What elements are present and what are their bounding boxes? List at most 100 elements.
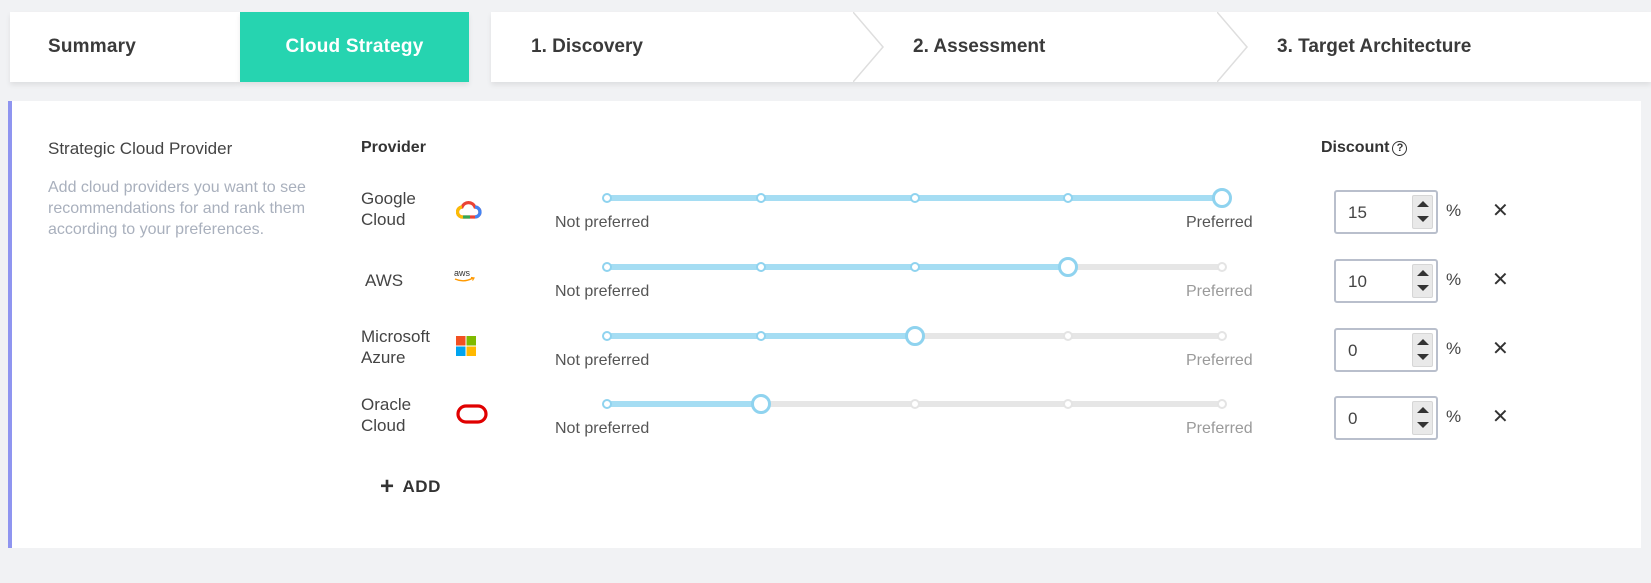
slider-handle[interactable] xyxy=(1212,188,1232,208)
slider-step-dot[interactable] xyxy=(602,399,612,409)
provider-name-line2: Cloud xyxy=(361,210,406,229)
plus-icon: + xyxy=(380,473,395,500)
not-preferred-label: Not preferred xyxy=(555,214,650,231)
slider-step-dot[interactable] xyxy=(1063,193,1074,203)
discount-input[interactable] xyxy=(1336,330,1422,372)
percent-unit: % xyxy=(1446,339,1462,358)
increment-arrow-icon[interactable] xyxy=(1417,270,1429,276)
slider-fill xyxy=(607,401,761,407)
preferred-label: Preferred xyxy=(1186,283,1253,300)
google-cloud-logo-icon xyxy=(455,198,482,225)
discount-label: Discount xyxy=(1321,139,1390,156)
slider-step-dot[interactable] xyxy=(1063,331,1074,341)
provider-name-line1: Google xyxy=(361,189,416,208)
slider-step-dot[interactable] xyxy=(602,331,612,341)
decrement-arrow-icon[interactable] xyxy=(1417,422,1429,428)
discount-stepper[interactable] xyxy=(1334,328,1438,372)
preference-slider[interactable] xyxy=(602,188,1232,208)
slider-handle[interactable] xyxy=(750,394,771,414)
aws-logo-icon: aws xyxy=(453,267,477,288)
remove-provider-icon[interactable]: ✕ xyxy=(1492,404,1509,429)
slider-step-dot[interactable] xyxy=(1217,399,1227,409)
preference-slider[interactable] xyxy=(602,257,1227,277)
remove-provider-icon[interactable]: ✕ xyxy=(1492,267,1509,292)
increment-arrow-icon[interactable] xyxy=(1417,407,1429,413)
provider-name: AWS xyxy=(365,270,403,291)
tab-bar: Summary Cloud Strategy 1. Discovery 2. A… xyxy=(10,12,1651,82)
strategic-cloud-provider-panel: Strategic Cloud Provider Add cloud provi… xyxy=(8,101,1641,548)
add-label: ADD xyxy=(402,477,441,496)
provider-name-line2: Cloud xyxy=(361,416,406,435)
slider-step-dot[interactable] xyxy=(755,331,766,341)
increment-arrow-icon[interactable] xyxy=(1417,201,1429,207)
slider-step-dot[interactable] xyxy=(755,193,766,203)
percent-unit: % xyxy=(1446,270,1462,289)
discount-stepper[interactable] xyxy=(1334,190,1438,234)
discount-input[interactable] xyxy=(1336,192,1422,234)
tab-cloud-strategy[interactable]: Cloud Strategy xyxy=(240,12,469,82)
not-preferred-label: Not preferred xyxy=(555,283,650,300)
discount-input[interactable] xyxy=(1336,398,1422,440)
not-preferred-label: Not preferred xyxy=(555,352,650,369)
spinner[interactable] xyxy=(1412,333,1433,367)
slider-step-dot[interactable] xyxy=(1063,399,1074,409)
svg-text:aws: aws xyxy=(454,268,471,278)
preference-slider[interactable] xyxy=(602,326,1227,346)
provider-name: Microsoft Azure xyxy=(361,326,430,368)
tab-summary[interactable]: Summary xyxy=(10,12,240,82)
spinner[interactable] xyxy=(1412,264,1433,298)
percent-unit: % xyxy=(1446,201,1462,220)
provider-name: Google Cloud xyxy=(361,188,416,230)
slider-handle[interactable] xyxy=(904,326,925,346)
step-wizard: 1. Discovery 2. Assessment 3. Target Arc… xyxy=(491,12,1651,82)
slider-handle[interactable] xyxy=(1058,257,1079,277)
decrement-arrow-icon[interactable] xyxy=(1417,285,1429,291)
preferred-label: Preferred xyxy=(1186,352,1253,369)
provider-column-header: Provider xyxy=(361,139,426,156)
discount-stepper[interactable] xyxy=(1334,396,1438,440)
slider-step-dot[interactable] xyxy=(602,193,612,203)
provider-row: Oracle Cloud Not preferred Preferred % ✕ xyxy=(12,394,1641,454)
provider-name-line1: Microsoft xyxy=(361,327,430,346)
chevron-divider-icon xyxy=(853,12,884,82)
provider-name-line1: AWS xyxy=(365,271,404,290)
decrement-arrow-icon[interactable] xyxy=(1417,216,1429,222)
percent-unit: % xyxy=(1446,407,1462,426)
slider-step-dot[interactable] xyxy=(909,399,920,409)
spinner[interactable] xyxy=(1412,401,1433,435)
slider-fill xyxy=(607,264,1069,270)
increment-arrow-icon[interactable] xyxy=(1417,339,1429,345)
chevron-divider-icon xyxy=(1217,12,1248,82)
oracle-logo-icon xyxy=(456,404,488,429)
step-target-architecture[interactable]: 3. Target Architecture xyxy=(1277,12,1471,82)
not-preferred-label: Not preferred xyxy=(555,420,650,437)
provider-name-line1: Oracle xyxy=(361,395,412,414)
spinner[interactable] xyxy=(1412,195,1433,229)
provider-row: Microsoft Azure Not preferred Preferred %… xyxy=(12,326,1641,386)
section-title: Strategic Cloud Provider xyxy=(48,139,233,158)
discount-stepper[interactable] xyxy=(1334,259,1438,303)
discount-column-header: Discount ? xyxy=(1321,139,1408,157)
add-provider-button[interactable]: + ADD xyxy=(380,475,441,499)
discount-input[interactable] xyxy=(1336,261,1422,303)
step-assessment[interactable]: 2. Assessment xyxy=(913,12,1045,82)
provider-row: Google Cloud Not preferred Preferred % ✕ xyxy=(12,188,1641,248)
preferred-label: Preferred xyxy=(1186,420,1253,437)
microsoft-logo-icon xyxy=(456,336,476,361)
provider-name-line2: Azure xyxy=(361,348,406,367)
slider-step-dot[interactable] xyxy=(909,262,920,272)
decrement-arrow-icon[interactable] xyxy=(1417,354,1429,360)
preferred-label: Preferred xyxy=(1186,214,1253,231)
remove-provider-icon[interactable]: ✕ xyxy=(1492,198,1509,223)
step-discovery[interactable]: 1. Discovery xyxy=(531,12,643,82)
help-icon[interactable]: ? xyxy=(1392,140,1408,156)
provider-row: AWS aws Not preferred Preferred % ✕ xyxy=(12,257,1641,317)
slider-step-dot[interactable] xyxy=(755,262,766,272)
remove-provider-icon[interactable]: ✕ xyxy=(1492,336,1509,361)
preference-slider[interactable] xyxy=(602,394,1227,414)
slider-step-dot[interactable] xyxy=(1217,262,1227,272)
slider-step-dot[interactable] xyxy=(1217,331,1227,341)
provider-name: Oracle Cloud xyxy=(361,394,411,436)
slider-step-dot[interactable] xyxy=(909,193,920,203)
slider-step-dot[interactable] xyxy=(602,262,612,272)
